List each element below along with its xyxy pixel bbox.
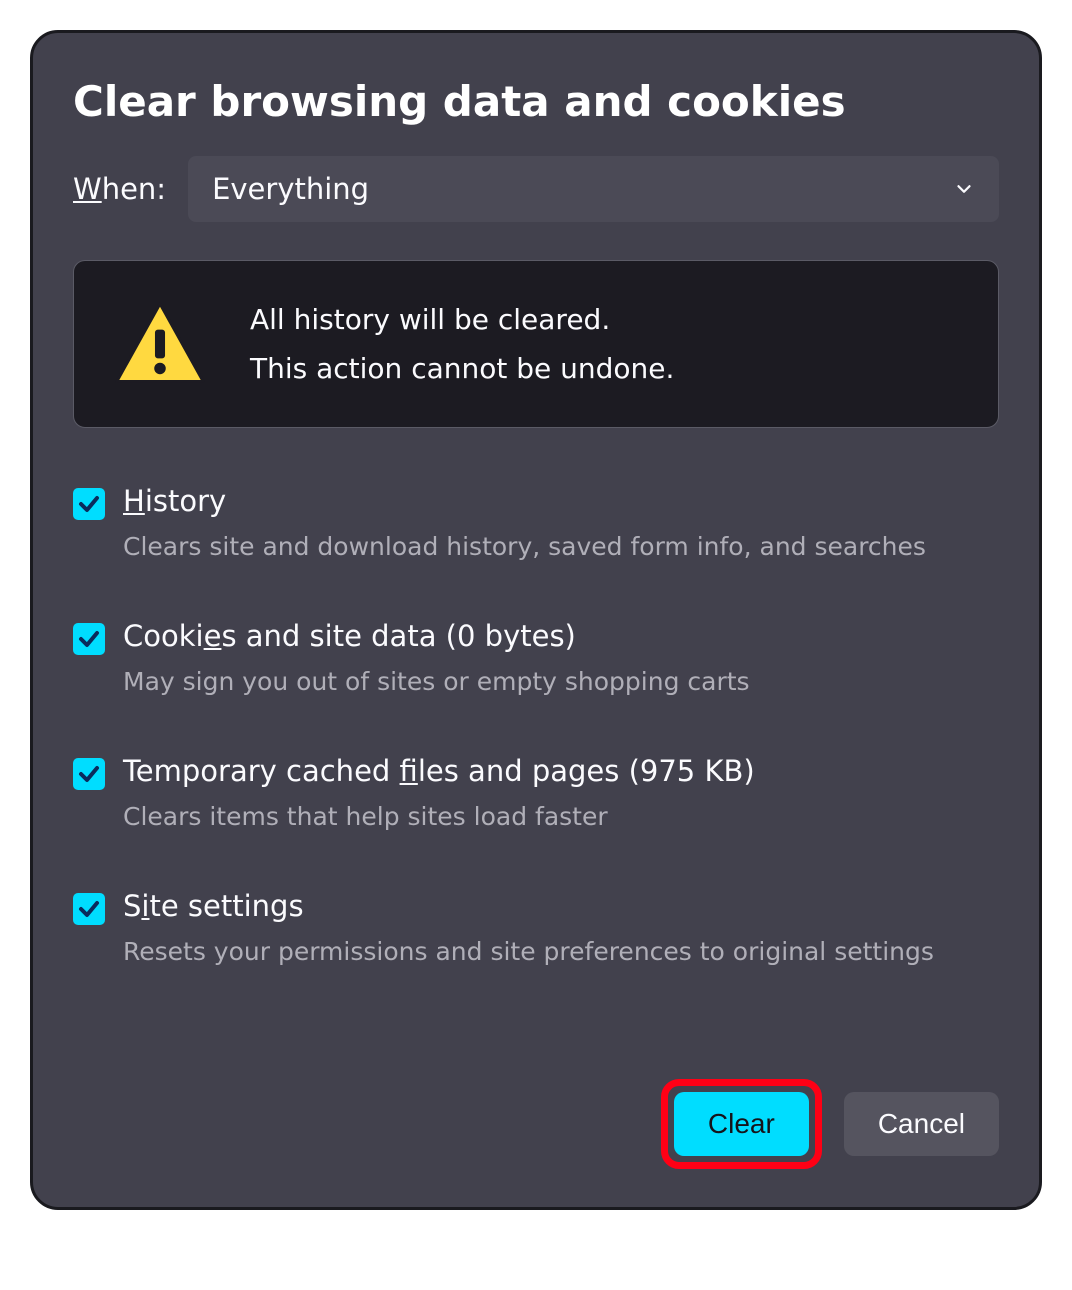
- dropdown-selected-value: Everything: [212, 172, 369, 206]
- clear-button-highlight: Clear: [661, 1079, 822, 1169]
- option-cookies: Cookies and site data (0 bytes) May sign…: [73, 619, 999, 696]
- warning-icon: [114, 298, 206, 390]
- option-desc-cache: Clears items that help sites load faster: [123, 802, 755, 831]
- warning-box: All history will be cleared. This action…: [73, 260, 999, 428]
- warning-line-2: This action cannot be undone.: [250, 344, 674, 393]
- checkbox-cache[interactable]: [73, 758, 105, 790]
- options-list: History Clears site and download history…: [73, 484, 999, 1049]
- time-range-dropdown[interactable]: Everything: [188, 156, 999, 222]
- option-desc-history: Clears site and download history, saved …: [123, 532, 926, 561]
- checkbox-history[interactable]: [73, 488, 105, 520]
- checkbox-cookies[interactable]: [73, 623, 105, 655]
- option-label-history[interactable]: History: [123, 484, 926, 518]
- option-desc-cookies: May sign you out of sites or empty shopp…: [123, 667, 750, 696]
- when-label: When:: [73, 172, 166, 206]
- clear-button[interactable]: Clear: [674, 1092, 809, 1156]
- warning-text: All history will be cleared. This action…: [250, 295, 674, 393]
- time-range-row: When: Everything: [73, 156, 999, 222]
- cancel-button[interactable]: Cancel: [844, 1092, 999, 1156]
- warning-line-1: All history will be cleared.: [250, 295, 674, 344]
- option-history: History Clears site and download history…: [73, 484, 999, 561]
- option-cache: Temporary cached files and pages (975 KB…: [73, 754, 999, 831]
- option-desc-site-settings: Resets your permissions and site prefere…: [123, 937, 934, 966]
- checkbox-site-settings[interactable]: [73, 893, 105, 925]
- option-site-settings: Site settings Resets your permissions an…: [73, 889, 999, 966]
- chevron-down-icon: [953, 178, 975, 200]
- option-label-site-settings[interactable]: Site settings: [123, 889, 934, 923]
- dialog-buttons: Clear Cancel: [73, 1079, 999, 1169]
- option-label-cookies[interactable]: Cookies and site data (0 bytes): [123, 619, 750, 653]
- clear-data-dialog: Clear browsing data and cookies When: Ev…: [30, 30, 1042, 1210]
- option-label-cache[interactable]: Temporary cached files and pages (975 KB…: [123, 754, 755, 788]
- dialog-title: Clear browsing data and cookies: [73, 77, 999, 126]
